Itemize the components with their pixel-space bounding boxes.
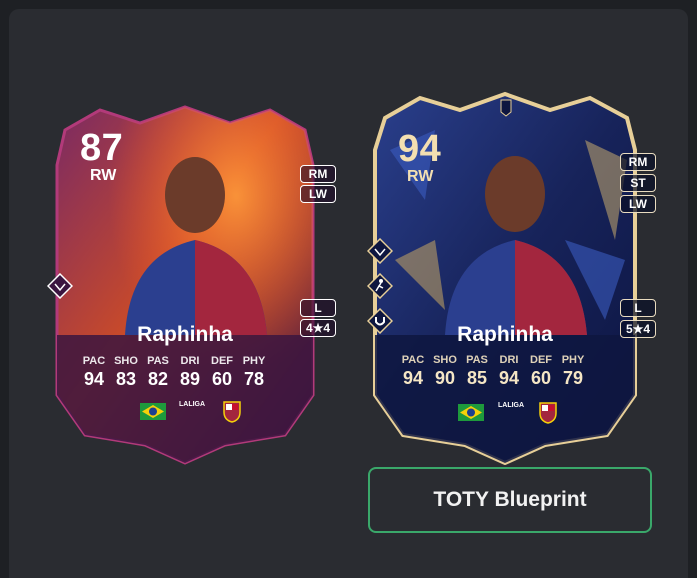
stat-def: DEF 60 <box>211 355 233 389</box>
brazil-flag-icon <box>140 403 166 420</box>
toty-blueprint-button[interactable]: TOTY Blueprint <box>368 467 652 533</box>
alt-position-badge: RM <box>620 153 656 171</box>
stat-dri: DRI 89 <box>179 355 201 389</box>
stat-dri: DRI 94 <box>498 354 520 388</box>
stat-pac: PAC 94 <box>401 354 425 388</box>
preferred-foot-badge: L <box>300 299 336 317</box>
card-position: RW <box>90 167 117 184</box>
player-name: Raphinha <box>137 323 233 346</box>
laliga-logo-icon: LALIGA <box>498 402 525 409</box>
barcelona-crest-icon <box>223 401 241 423</box>
stat-phy: PHY 78 <box>242 355 266 389</box>
player-card-toty[interactable]: 94 RW RM ST LW L 5★4 Raphinha PAC 94 SHO 9… <box>365 90 656 465</box>
barcelona-crest-icon <box>539 402 557 424</box>
laliga-logo-icon: LALIGA <box>179 401 206 408</box>
alt-position-badge: ST <box>620 174 656 192</box>
stat-def: DEF 60 <box>530 354 552 388</box>
stat-pas: PAS 85 <box>466 354 488 388</box>
player-name: Raphinha <box>457 323 553 346</box>
brazil-flag-icon <box>458 404 484 421</box>
alt-position-badge: RM <box>300 165 336 183</box>
card-rating: 94 <box>398 128 442 170</box>
stat-sho: SHO 83 <box>114 355 138 389</box>
preferred-foot-badge: L <box>620 299 656 317</box>
stat-pas: PAS 82 <box>147 355 169 389</box>
stat-sho: SHO 90 <box>433 354 457 388</box>
stats-row: PAC 94 SHO 83 PAS 82 DRI 89 DEF 60 PHY 78 <box>78 355 270 390</box>
card-position: RW <box>407 168 434 185</box>
stat-pac: PAC 94 <box>82 355 106 389</box>
card-rating: 87 <box>80 127 124 169</box>
stats-row: PAC 94 SHO 90 PAS 85 DRI 94 DEF 60 PHY 79 <box>397 354 589 389</box>
playstyle-plus-icon <box>367 238 393 264</box>
playstyle-runner-icon <box>367 273 393 299</box>
alt-position-badge: LW <box>300 185 336 203</box>
player-card-standard[interactable]: 87 RW RM LW L 4★4 Raphinha PAC 94 SHO 83 P… <box>45 105 336 465</box>
playstyle-plus-icon <box>47 273 73 299</box>
stat-phy: PHY 79 <box>561 354 585 388</box>
alt-position-badge: LW <box>620 195 656 213</box>
